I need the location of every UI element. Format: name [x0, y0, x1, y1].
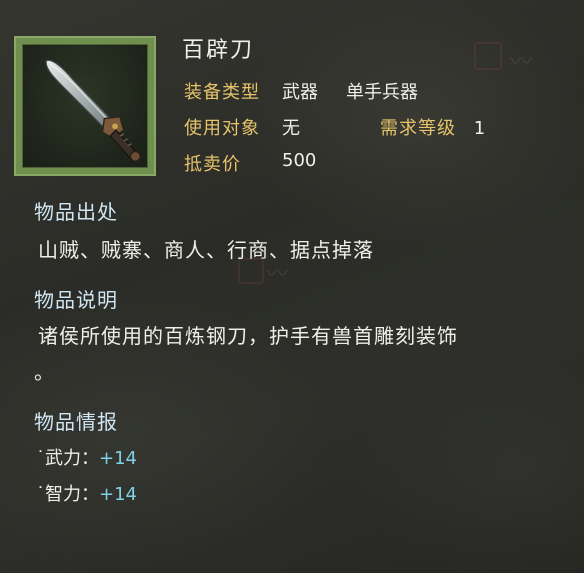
- stat-bullet: ˙: [36, 484, 45, 505]
- level-label: 需求等级: [380, 118, 456, 139]
- stat-value: +14: [99, 448, 137, 469]
- stat-label: 智力：: [45, 484, 99, 505]
- level-row: 需求等级 1: [380, 114, 485, 140]
- equip-type-row: 装备类型: [184, 78, 260, 104]
- equip-subtype-value: 单手兵器: [346, 82, 418, 103]
- description-text-line2: 。: [34, 360, 55, 384]
- price-label: 抵卖价: [184, 154, 241, 175]
- saber-icon: [45, 59, 141, 162]
- source-heading: 物品出处: [34, 200, 118, 224]
- level-value: 1: [473, 118, 486, 139]
- price-value: 500: [282, 150, 317, 171]
- source-text: 山贼、贼寨、商人、行商、据点掉落: [38, 238, 374, 262]
- stat-label: 武力：: [45, 448, 99, 469]
- stat-row: ˙武力：+14: [36, 444, 137, 470]
- target-value: 无: [282, 118, 300, 139]
- stat-bullet: ˙: [36, 448, 45, 469]
- equip-type-value-row: 武器: [282, 78, 318, 104]
- info-heading: 物品情报: [34, 410, 118, 434]
- item-name: 百辟刀: [182, 38, 255, 63]
- map-marker-decoration: [474, 42, 502, 70]
- equip-type-value: 武器: [282, 82, 318, 103]
- price-value-row: 500: [282, 150, 316, 171]
- description-heading: 物品说明: [34, 288, 118, 312]
- equip-subtype-row: 单手兵器: [346, 78, 418, 104]
- item-icon-slot: [22, 44, 148, 168]
- price-row: 抵卖价: [184, 150, 241, 176]
- map-text-decoration: 〰: [510, 50, 533, 75]
- description-text-line1: 诸侯所使用的百炼钢刀，护手有兽首雕刻装饰: [38, 324, 458, 348]
- item-tooltip-panel: 〰 〰 百辟刀 装备类型 武器 单手兵器 使用对象 无 需求等级 1 抵卖价 5…: [0, 0, 584, 573]
- equip-type-label: 装备类型: [184, 82, 260, 103]
- item-icon-frame[interactable]: [14, 36, 156, 176]
- target-row: 使用对象: [184, 114, 260, 140]
- target-label: 使用对象: [184, 118, 260, 139]
- stat-row: ˙智力：+14: [36, 480, 137, 506]
- target-value-row: 无: [282, 114, 300, 140]
- stat-value: +14: [99, 484, 137, 505]
